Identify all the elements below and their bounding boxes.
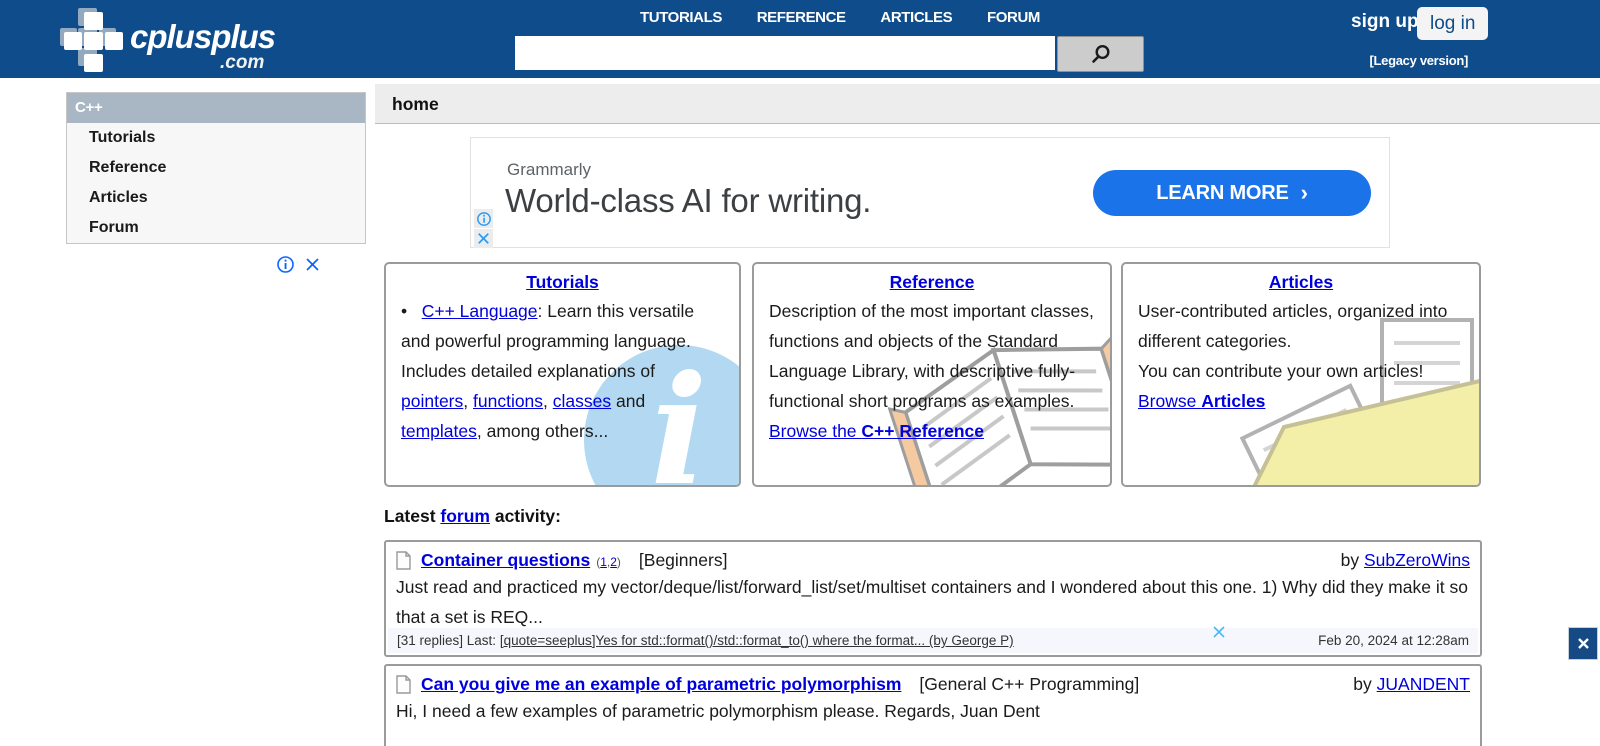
articles-card: Articles User-contributed articles, orga… [1121, 262, 1481, 487]
functions-link[interactable]: functions [473, 391, 543, 411]
top-header-bar: cplusplus .com TUTORIALS REFERENCE ARTIC… [0, 0, 1600, 78]
learn-more-label: LEARN MORE [1156, 181, 1289, 204]
search-button[interactable] [1057, 36, 1144, 72]
post-last-reply: [31 replies] Last: [quote=seeplus]Yes fo… [397, 633, 1014, 648]
floating-close-button[interactable] [1568, 627, 1598, 660]
page-icon [396, 675, 411, 694]
left-sidebar-menu: C++ Tutorials Reference Articles Forum [66, 92, 366, 244]
sidebar-item-tutorials[interactable]: Tutorials [67, 123, 365, 153]
browse-articles-link[interactable]: Articles [1201, 391, 1265, 411]
tutorials-card: i Tutorials • C++ Language: Learn this v… [384, 262, 741, 487]
post-header-row: Container questions (1,2) [Beginners] by… [386, 542, 1480, 571]
ad-close-icon[interactable] [305, 257, 320, 272]
tutorials-card-text: • C++ Language: Learn this versatile and… [401, 301, 695, 441]
sidebar-item-articles[interactable]: Articles [67, 183, 365, 213]
post-category: [Beginners] [638, 550, 728, 570]
log-in-button[interactable]: log in [1417, 7, 1489, 40]
forum-post: Container questions (1,2) [Beginners] by… [384, 540, 1482, 657]
classes-link[interactable]: classes [553, 391, 611, 411]
ad-brand-label: Grammarly [507, 160, 592, 179]
articles-card-title-link[interactable]: Articles [1269, 272, 1333, 292]
sidebar-item-forum[interactable]: Forum [67, 213, 365, 243]
logo-tld-text: .com [220, 52, 265, 73]
sidebar-header-cpp: C++ [67, 93, 365, 123]
cplusplus-plus-icon [60, 8, 123, 72]
post-title-link[interactable]: Can you give me an example of parametric… [421, 674, 901, 695]
ad-controls [277, 256, 320, 273]
post-page-links: (1,2) [596, 555, 621, 569]
browse-reference-link[interactable]: Browse the [769, 421, 861, 441]
forum-post: Can you give me an example of parametric… [384, 664, 1482, 746]
post-category: [General C++ Programming] [919, 674, 1140, 694]
search-bar [515, 36, 1144, 72]
page-icon [396, 551, 411, 570]
post-byline: by SubZeroWins [1340, 550, 1470, 570]
post-title-link[interactable]: Container questions [421, 550, 590, 571]
browse-reference-link[interactable]: C++ Reference [861, 421, 984, 441]
author-link[interactable]: SubZeroWins [1364, 550, 1470, 570]
nav-articles[interactable]: ARTICLES [880, 9, 952, 26]
nav-reference[interactable]: REFERENCE [757, 9, 846, 26]
top-navigation: TUTORIALS REFERENCE ARTICLES FORUM [640, 9, 1040, 26]
post-body-text: Hi, I need a few examples of parametric … [396, 701, 1040, 721]
cpp-language-link[interactable]: C++ Language [422, 301, 538, 321]
ad-info-tile[interactable] [474, 209, 493, 228]
ad-dismiss-x-icon[interactable] [1212, 625, 1226, 639]
ad-close-icon [478, 233, 489, 244]
logo-text: cplusplus [130, 18, 276, 55]
grammarly-ad-banner[interactable]: Grammarly World-class AI for writing. LE… [470, 137, 1390, 248]
reference-card-title-link[interactable]: Reference [890, 272, 975, 292]
author-link[interactable]: JUANDENT [1377, 674, 1470, 694]
sign-up-link[interactable]: sign up [1351, 11, 1419, 33]
ad-close-tile[interactable] [474, 229, 493, 248]
page-2-link[interactable]: 2 [610, 555, 617, 569]
ad-info-icon[interactable] [277, 256, 294, 273]
site-logo[interactable]: cplusplus .com [60, 8, 300, 73]
legacy-version-link[interactable]: [Legacy version] [1369, 53, 1468, 68]
nav-tutorials[interactable]: TUTORIALS [640, 9, 722, 26]
cplusplus-home-page: cplusplus .com TUTORIALS REFERENCE ARTIC… [0, 0, 1600, 746]
tutorials-card-title-link[interactable]: Tutorials [526, 272, 599, 292]
page-1-link[interactable]: 1 [600, 555, 607, 569]
latest-forum-activity-heading: Latest forum activity: [384, 506, 561, 526]
ad-choice-controls [474, 209, 493, 248]
templates-link[interactable]: templates [401, 421, 477, 441]
articles-card-text: User-contributed articles, organized int… [1138, 301, 1448, 411]
sidebar-item-reference[interactable]: Reference [67, 153, 365, 183]
post-date: Feb 20, 2024 at 12:28am [1318, 633, 1469, 648]
chevron-right-icon: › [1300, 180, 1308, 205]
reference-card: Reference Description of the most import… [752, 262, 1112, 487]
post-footer: [31 replies] Last: [quote=seeplus]Yes fo… [388, 628, 1478, 653]
ad-info-icon [476, 211, 491, 226]
search-icon [1091, 44, 1110, 63]
breadcrumb: home [375, 84, 1600, 124]
reference-card-text: Description of the most important classe… [769, 301, 1094, 441]
close-icon [1577, 638, 1589, 649]
browse-articles-link[interactable]: Browse [1138, 391, 1201, 411]
post-body-text: Just read and practiced my vector/deque/… [396, 577, 1468, 627]
learn-more-button[interactable]: LEARN MORE › [1093, 170, 1371, 216]
nav-forum[interactable]: FORUM [987, 9, 1040, 26]
pointers-link[interactable]: pointers [401, 391, 463, 411]
ad-headline: World-class AI for writing. [505, 182, 872, 219]
search-input[interactable] [515, 36, 1055, 70]
post-byline: by JUANDENT [1353, 674, 1470, 694]
last-reply-link[interactable]: [quote=seeplus]Yes for std::format()/std… [500, 633, 1014, 648]
forum-link[interactable]: forum [440, 506, 490, 526]
post-header-row: Can you give me an example of parametric… [386, 666, 1480, 695]
